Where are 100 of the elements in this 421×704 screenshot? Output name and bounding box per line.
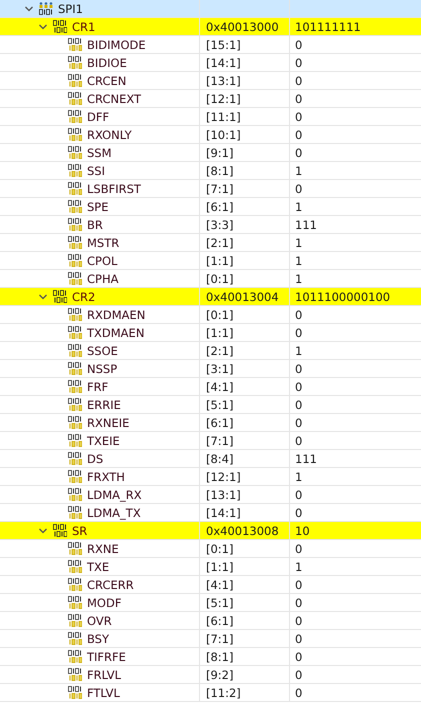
register-icon bbox=[53, 20, 67, 33]
bit-range: [15:1] bbox=[206, 36, 241, 52]
field-icon bbox=[68, 650, 82, 663]
field-name[interactable]: RXONLY bbox=[87, 126, 132, 142]
field-name[interactable]: LDMA_RX bbox=[87, 486, 142, 502]
field-name[interactable]: CRCERR bbox=[87, 576, 134, 592]
field-name[interactable]: DS bbox=[87, 450, 104, 466]
register-value: 10 bbox=[295, 522, 310, 538]
field-icon bbox=[68, 380, 82, 393]
chevron-icon[interactable] bbox=[38, 526, 48, 536]
field-name[interactable]: LDMA_TX bbox=[87, 504, 141, 520]
bit-range: [2:1] bbox=[206, 342, 234, 358]
field-name[interactable]: RXNEIE bbox=[87, 414, 130, 430]
bit-range: [8:4] bbox=[206, 450, 234, 466]
field-icon bbox=[68, 56, 82, 69]
bit-range: [11:1] bbox=[206, 108, 241, 124]
field-value: 0 bbox=[295, 540, 302, 556]
chevron-icon[interactable] bbox=[24, 4, 34, 14]
field-name[interactable]: NSSP bbox=[87, 360, 118, 376]
field-name[interactable]: RXNE bbox=[87, 540, 119, 556]
field-name[interactable]: FRXTH bbox=[87, 468, 125, 484]
bit-range: [6:1] bbox=[206, 414, 234, 430]
bit-range: [11:2] bbox=[206, 684, 241, 700]
field-name[interactable]: TIFRFE bbox=[87, 648, 126, 664]
field-name[interactable]: OVR bbox=[87, 612, 112, 628]
field-value: 0 bbox=[295, 432, 302, 448]
field-name[interactable]: MSTR bbox=[87, 234, 120, 250]
field-name[interactable]: CPOL bbox=[87, 252, 118, 268]
bit-range: [3:3] bbox=[206, 216, 234, 232]
field-value: 0 bbox=[295, 72, 302, 88]
field-name[interactable]: LSBFIRST bbox=[87, 180, 141, 196]
field-icon bbox=[68, 254, 82, 267]
field-value: 1 bbox=[295, 342, 302, 358]
field-name[interactable]: MODF bbox=[87, 594, 122, 610]
field-value: 1 bbox=[295, 198, 302, 214]
bit-range: [5:1] bbox=[206, 396, 234, 412]
field-value: 1 bbox=[295, 234, 302, 250]
field-icon bbox=[68, 578, 82, 591]
bit-range: [8:1] bbox=[206, 162, 234, 178]
field-value: 0 bbox=[295, 144, 302, 160]
field-name[interactable]: SSOE bbox=[87, 342, 118, 358]
field-value: 0 bbox=[295, 396, 302, 412]
bit-range: [13:1] bbox=[206, 72, 241, 88]
register-name[interactable]: CR2 bbox=[72, 288, 96, 304]
field-value: 1 bbox=[295, 468, 302, 484]
field-name[interactable]: TXEIE bbox=[87, 432, 120, 448]
field-name[interactable]: SSM bbox=[87, 144, 112, 160]
field-value: 0 bbox=[295, 486, 302, 502]
field-value: 1 bbox=[295, 558, 302, 574]
bit-range: [8:1] bbox=[206, 648, 234, 664]
field-name[interactable]: FRLVL bbox=[87, 666, 122, 682]
field-name[interactable]: SPE bbox=[87, 198, 109, 214]
field-icon bbox=[68, 416, 82, 429]
field-value: 0 bbox=[295, 36, 302, 52]
field-icon bbox=[68, 398, 82, 411]
field-value: 0 bbox=[295, 90, 302, 106]
register-address: 0x40013000 bbox=[206, 18, 279, 34]
field-name[interactable]: BSY bbox=[87, 630, 110, 646]
field-value: 0 bbox=[295, 594, 302, 610]
field-name[interactable]: BIDIOE bbox=[87, 54, 127, 70]
field-name[interactable]: DFF bbox=[87, 108, 110, 124]
chevron-icon[interactable] bbox=[38, 292, 48, 302]
field-name[interactable]: SSI bbox=[87, 162, 105, 178]
register-address: 0x40013004 bbox=[206, 288, 279, 304]
register-value: 1011100000100 bbox=[295, 288, 390, 304]
register-value: 101111111 bbox=[295, 18, 361, 34]
field-value: 0 bbox=[295, 414, 302, 430]
field-icon bbox=[68, 272, 82, 285]
register-icon bbox=[53, 524, 67, 537]
bit-range: [2:1] bbox=[206, 234, 234, 250]
field-icon bbox=[68, 236, 82, 249]
bit-range: [7:1] bbox=[206, 432, 234, 448]
field-value: 0 bbox=[295, 630, 302, 646]
field-name[interactable]: FTLVL bbox=[87, 684, 120, 700]
field-name[interactable]: BIDIMODE bbox=[87, 36, 146, 52]
field-name[interactable]: TXDMAEN bbox=[87, 324, 144, 340]
field-icon bbox=[68, 344, 82, 357]
field-name[interactable]: BR bbox=[87, 216, 103, 232]
field-value: 1 bbox=[295, 270, 302, 286]
field-icon bbox=[68, 308, 82, 321]
bit-range: [1:1] bbox=[206, 558, 234, 574]
field-name[interactable]: ERRIE bbox=[87, 396, 121, 412]
field-icon bbox=[68, 686, 82, 699]
field-name[interactable]: CRCEN bbox=[87, 72, 126, 88]
field-value: 0 bbox=[295, 648, 302, 664]
peripheral-name[interactable]: SPI1 bbox=[58, 0, 83, 16]
field-name[interactable]: TXE bbox=[87, 558, 110, 574]
field-icon bbox=[68, 128, 82, 141]
field-value: 0 bbox=[295, 576, 302, 592]
field-icon bbox=[68, 74, 82, 87]
field-name[interactable]: CRCNEXT bbox=[87, 90, 142, 106]
field-value: 111 bbox=[295, 450, 317, 466]
field-value: 0 bbox=[295, 684, 302, 700]
field-name[interactable]: FRF bbox=[87, 378, 108, 394]
register-name[interactable]: CR1 bbox=[72, 18, 96, 34]
register-name[interactable]: SR bbox=[72, 522, 88, 538]
field-name[interactable]: CPHA bbox=[87, 270, 118, 286]
field-name[interactable]: RXDMAEN bbox=[87, 306, 146, 322]
field-value: 111 bbox=[295, 216, 317, 232]
chevron-icon[interactable] bbox=[38, 22, 48, 32]
